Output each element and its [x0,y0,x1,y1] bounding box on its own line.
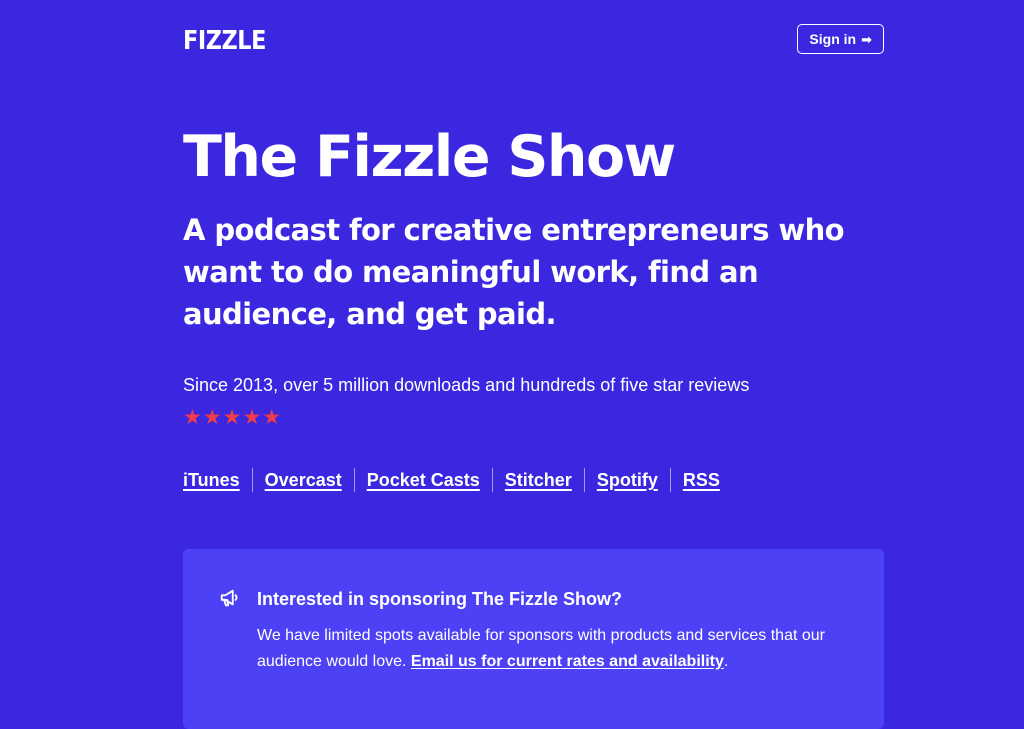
sponsor-trailing-text: . [723,653,729,670]
link-stitcher[interactable]: Stitcher [505,467,572,493]
link-overcast[interactable]: Overcast [265,467,342,493]
star-icon: ★ [183,406,202,429]
link-divider [583,468,585,492]
link-rss[interactable]: RSS [683,467,720,493]
five-star-rating: ★ ★ ★ ★ ★ [183,405,281,431]
link-spotify[interactable]: Spotify [597,467,658,493]
sign-in-button[interactable]: Sign in ➡ [797,24,884,54]
link-divider [491,468,493,492]
star-icon: ★ [222,406,242,429]
sign-in-label: Sign in [809,31,857,47]
downloads-summary: Since 2013, over 5 million downloads and… [183,375,750,395]
sponsor-description: We have limited spots available for spon… [257,623,867,675]
sponsor-callout: Interested in sponsoring The Fizzle Show… [183,549,884,729]
arrow-right-icon: ➡ [861,31,872,47]
page-title: The Fizzle Show [183,124,676,190]
sponsor-title: Interested in sponsoring The Fizzle Show… [257,589,623,609]
fizzle-logo[interactable]: FIZZLE [183,26,266,56]
email-sponsor-link[interactable]: Email us for current rates and availabil… [411,653,724,670]
tagline: A podcast for creative entrepreneurs who… [183,213,845,331]
link-pocket-casts[interactable]: Pocket Casts [367,467,480,493]
megaphone-icon [220,589,238,607]
podcast-platform-links: iTunes Overcast Pocket Casts Stitcher Sp… [183,467,720,493]
star-icon: ★ [242,406,262,429]
link-divider [669,468,671,492]
top-bar: FIZZLE Sign in ➡ [183,24,884,58]
link-divider [251,468,253,492]
link-itunes[interactable]: iTunes [183,467,240,493]
link-divider [353,468,355,492]
star-icon: ★ [202,406,222,429]
star-icon: ★ [262,406,282,429]
